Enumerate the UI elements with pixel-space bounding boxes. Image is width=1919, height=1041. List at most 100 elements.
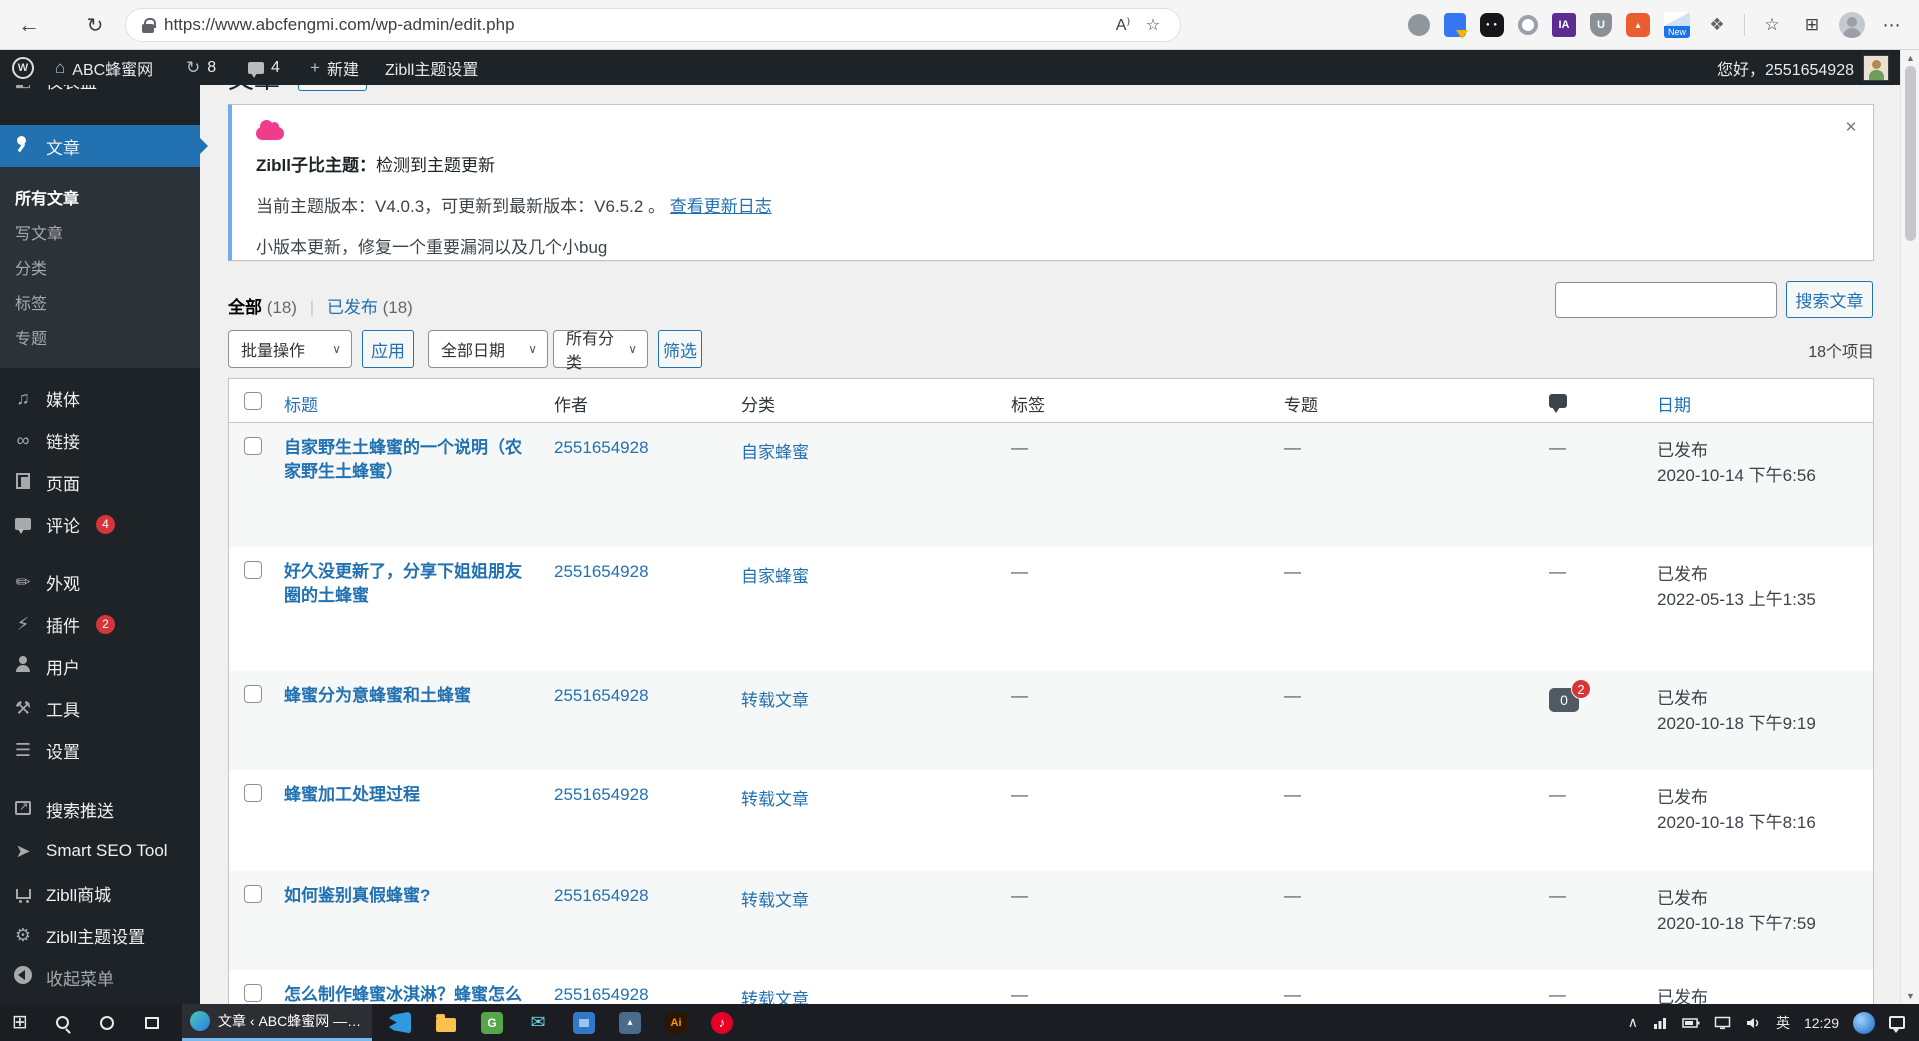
hidden-icons-chevron[interactable]: ∧ [1621,1004,1645,1041]
post-title-link[interactable]: 蜂蜜分为意蜂蜜和土蜂蜜 [284,684,471,708]
category-filter-select[interactable]: 所有分类 ∨ [553,330,648,372]
sidebar-item-media[interactable]: ♫ 媒体 [0,377,200,419]
select-all-checkbox[interactable] [244,392,262,410]
lock-icon[interactable] [142,17,156,33]
category-link[interactable]: 自家蜂蜜 [741,443,809,462]
orange-extension-icon[interactable]: ▴ [1626,13,1650,37]
zibll-theme-settings-link[interactable]: Zibll主题设置 [385,50,478,85]
category-link[interactable]: 转载文章 [741,990,809,1004]
sidebar-item-categories[interactable]: 分类 [0,249,200,284]
globe-extension-icon[interactable] [1408,14,1430,36]
row-checkbox[interactable] [244,561,262,579]
sidebar-item-appearance[interactable]: ✏ 外观 [0,561,200,603]
g-app-taskbar-icon[interactable]: G [472,1004,512,1041]
author-link[interactable]: 2551654928 [554,562,649,581]
page-scrollbar[interactable]: ▲ ▼ [1900,50,1919,1004]
category-link[interactable]: 转载文章 [741,691,809,710]
sidebar-item-topics[interactable]: 专题 [0,319,200,354]
sidebar-item-pages[interactable]: 页面 [0,461,200,503]
ring-extension-icon[interactable] [1518,15,1538,35]
refresh-button[interactable]: ↻ [80,10,110,40]
shield-extension-icon[interactable]: U [1590,13,1612,37]
post-title-link[interactable]: 如何鉴别真假蜂蜜? [284,884,430,908]
illustrator-taskbar-icon[interactable]: Ai [656,1004,696,1041]
mail-taskbar-icon[interactable]: ✉ [518,1004,558,1041]
add-favorite-icon[interactable]: ☆ [1138,10,1168,40]
new-content-link[interactable]: + 新建 [310,50,359,85]
photos-taskbar-icon[interactable]: ▴ [610,1004,650,1041]
sidebar-item-posts[interactable]: 文章 [0,125,208,167]
filter-all-link[interactable]: 全部 [228,298,262,317]
task-view-icon[interactable] [132,1004,172,1041]
sidebar-item-dashboard-clipped[interactable]: ◧ 仪表盘 [0,85,200,98]
search-posts-button[interactable]: 搜索文章 [1786,281,1873,318]
back-button[interactable]: ← [14,10,44,40]
browser-profile-avatar[interactable] [1839,12,1865,38]
input-language-indicator[interactable]: 英 [1769,1004,1797,1041]
row-checkbox[interactable] [244,437,262,455]
changelog-link[interactable]: 查看更新日志 [670,197,772,216]
favorites-bar-icon[interactable]: ☆ [1759,12,1785,38]
browser-menu-icon[interactable]: ⋯ [1879,12,1905,38]
notice-close-icon[interactable]: ✕ [1839,115,1863,139]
scroll-down-arrow[interactable]: ▼ [1901,988,1919,1004]
vscode-taskbar-icon[interactable] [380,1004,420,1041]
sidebar-item-tools[interactable]: ⚒ 工具 [0,687,200,729]
updates-link[interactable]: ↻ 8 [186,50,216,85]
wp-logo[interactable]: W [12,50,34,85]
translate-extension-icon[interactable] [1444,13,1468,39]
row-checkbox[interactable] [244,685,262,703]
search-taskbar-icon[interactable] [42,1004,82,1041]
sidebar-item-search-push[interactable]: 搜索推送 [0,788,200,830]
dark-extension-icon[interactable] [1480,13,1504,37]
address-bar[interactable]: https://www.abcfengmi.com/wp-admin/edit.… [125,8,1181,42]
sidebar-item-zibll-theme[interactable]: ⚙ Zibll主题设置 [0,914,200,956]
clock[interactable]: 12:29 [1797,1004,1846,1041]
row-checkbox[interactable] [244,984,262,1002]
comments-link[interactable]: 4 [248,50,280,85]
sidebar-item-plugins[interactable]: ⚡ 插件 2 [0,603,200,645]
battery-icon[interactable] [1675,1004,1707,1041]
category-link[interactable]: 自家蜂蜜 [741,567,809,586]
comment-bubble[interactable]: 0 2 [1549,679,1591,712]
action-center-icon[interactable] [1882,1004,1919,1041]
post-title-link[interactable]: 自家野生土蜂蜜的一个说明（农家野生土蜂蜜） [284,436,536,484]
filter-button[interactable]: 筛选 [658,330,702,368]
filter-published-link[interactable]: 已发布 [327,298,378,317]
post-title-link[interactable]: 好久没更新了，分享下姐姐朋友圈的土蜂蜜 [284,560,536,608]
author-link[interactable]: 2551654928 [554,686,649,705]
ia-extension-icon[interactable]: IA [1552,13,1576,37]
sidebar-item-smart-seo[interactable]: ➤ Smart SEO Tool [0,830,200,872]
row-checkbox[interactable] [244,885,262,903]
account-menu[interactable]: 您好，2551654928 [1717,50,1889,85]
sidebar-item-users[interactable]: 用户 [0,645,200,687]
author-link[interactable]: 2551654928 [554,785,649,804]
author-link[interactable]: 2551654928 [554,985,649,1004]
scrollbar-thumb[interactable] [1905,66,1916,241]
sort-title-header[interactable]: 标题 [284,396,318,415]
search-input[interactable] [1555,282,1777,318]
music-taskbar-icon[interactable]: ♪ [702,1004,742,1041]
extensions-puzzle-icon[interactable]: ❖ [1704,12,1730,38]
sidebar-item-all-posts[interactable]: 所有文章 [0,179,200,214]
dates-filter-select[interactable]: 全部日期 ∨ [428,330,548,368]
post-title-link[interactable]: 蜂蜜加工处理过程 [284,783,420,807]
post-title-link[interactable]: 怎么制作蜂蜜冰淇淋？蜂蜜怎么 [284,983,522,1004]
volume-icon[interactable] [1738,1004,1769,1041]
apply-button[interactable]: 应用 [362,330,414,368]
url-text[interactable]: https://www.abcfengmi.com/wp-admin/edit.… [164,15,1108,35]
new-badge-extension-icon[interactable]: New [1664,12,1690,38]
site-link[interactable]: ⌂ ABC蜂蜜网 [55,50,153,85]
start-button[interactable]: ⊞ [0,1004,40,1041]
blue-tray-app-icon[interactable] [1846,1004,1882,1041]
category-link[interactable]: 转载文章 [741,790,809,809]
monitor-icon[interactable] [1707,1004,1738,1041]
explorer-taskbar-icon[interactable] [426,1004,466,1041]
read-aloud-icon[interactable]: A⁾ [1108,10,1138,40]
sidebar-item-comments[interactable]: 评论 4 [0,503,200,545]
sidebar-item-zibll-shop[interactable]: Zibll商城 [0,872,200,914]
author-link[interactable]: 2551654928 [554,886,649,905]
scroll-up-arrow[interactable]: ▲ [1901,50,1919,66]
row-checkbox[interactable] [244,784,262,802]
bulk-actions-select[interactable]: 批量操作 ∨ [228,330,352,368]
